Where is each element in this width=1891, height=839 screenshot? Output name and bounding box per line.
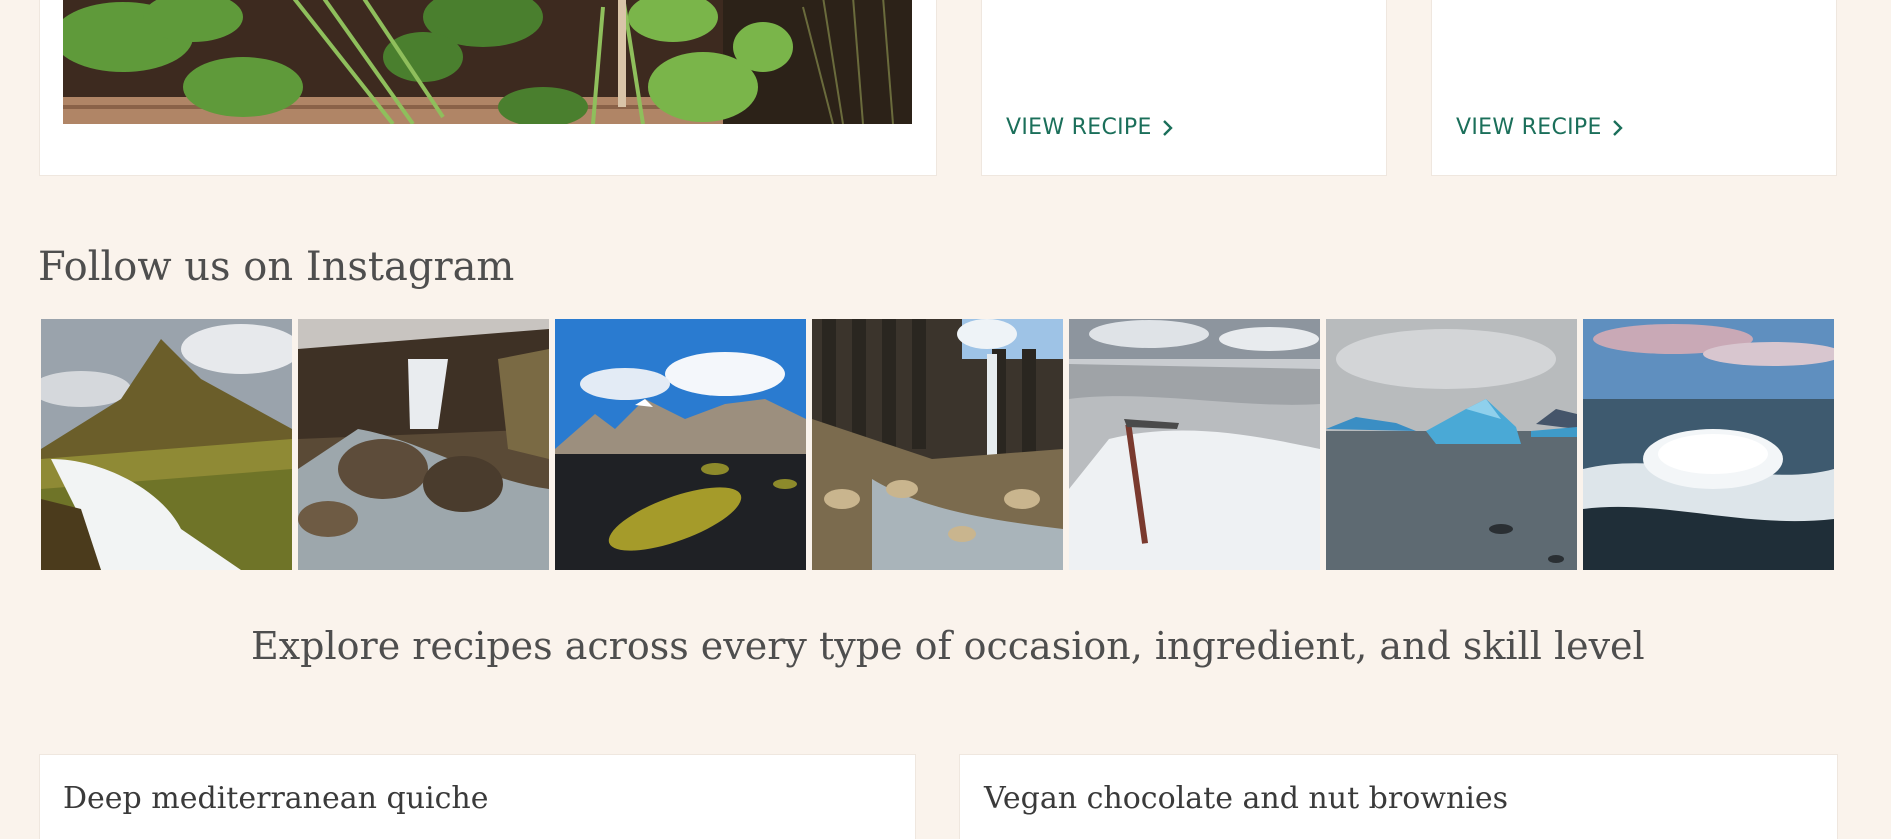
recipe-title[interactable]: Deep mediterranean quiche [63, 781, 489, 816]
explore-heading: Explore recipes across every type of occ… [251, 624, 1645, 668]
iceberg-lagoon-photo[interactable] [1326, 319, 1577, 570]
view-recipe-label: VIEW RECIPE [1006, 115, 1152, 140]
recipe-card[interactable]: Deep mediterranean quiche [39, 754, 916, 839]
instagram-gallery [41, 319, 1834, 570]
recipe-title[interactable]: Vegan chocolate and nut brownies [984, 781, 1508, 816]
rocky-waterfall-photo[interactable] [298, 319, 549, 570]
mountain-beach-photo[interactable] [555, 319, 806, 570]
view-recipe-link[interactable]: VIEW RECIPE [1456, 115, 1624, 140]
recipe-card-2: VIEW RECIPE [981, 0, 1387, 176]
view-recipe-label: VIEW RECIPE [1456, 115, 1602, 140]
basalt-waterfall-photo[interactable] [812, 319, 1063, 570]
featured-recipe-card [39, 0, 937, 176]
view-recipe-link[interactable]: VIEW RECIPE [1006, 115, 1174, 140]
chevron-right-icon [1162, 119, 1174, 137]
mountain-waterfall-photo[interactable] [41, 319, 292, 570]
recipe-card[interactable]: Vegan chocolate and nut brownies [959, 754, 1838, 839]
chevron-right-icon [1612, 119, 1624, 137]
ice-on-beach-photo[interactable] [1583, 319, 1834, 570]
recipe-card-3: VIEW RECIPE [1431, 0, 1837, 176]
glacier-ice-axe-photo[interactable] [1069, 319, 1320, 570]
herbs-photo [63, 0, 912, 124]
instagram-heading: Follow us on Instagram [38, 244, 515, 290]
